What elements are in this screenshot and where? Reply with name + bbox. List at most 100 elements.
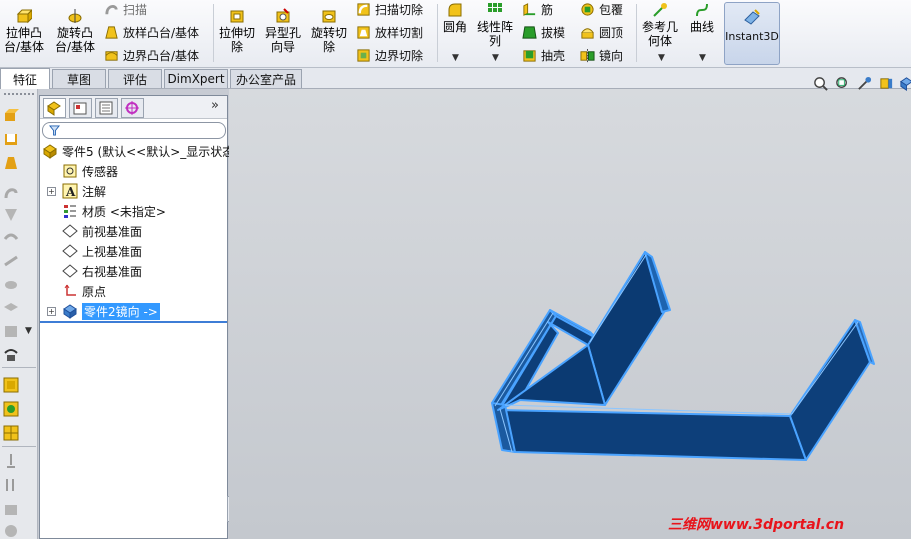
property-manager-icon (73, 102, 87, 115)
revolve-cut-icon (322, 10, 336, 23)
tree-root-part[interactable]: 零件5 (默认<<默认>_显示状态 (42, 142, 234, 160)
move-face-tool-icon[interactable] (3, 477, 19, 493)
fillet-dropdown-icon[interactable]: ▼ (452, 53, 459, 63)
extrude-boss-tool-icon[interactable] (3, 107, 19, 123)
model-3d-part[interactable] (229, 89, 911, 539)
loft-tool-icon[interactable] (3, 155, 19, 171)
rib-icon (523, 2, 536, 16)
toolbar-grip[interactable] (4, 93, 34, 95)
dimxpert-manager-icon (125, 101, 139, 115)
shell-button[interactable]: 抽壳 (522, 46, 565, 64)
lofted-cut-icon (357, 25, 370, 39)
dome-icon (581, 27, 594, 39)
boundary-boss-button[interactable]: 边界凸台/基体 (104, 46, 199, 64)
expand-mirror-feature-icon[interactable]: + (47, 307, 56, 316)
draft-button[interactable]: 拔模 (522, 23, 565, 41)
mirror-button[interactable]: 镜向 (580, 46, 623, 64)
part-icon (43, 144, 57, 159)
sweep-button[interactable]: 扫描 (104, 0, 147, 18)
tree-item-front-plane[interactable]: 前视基准面 (62, 222, 142, 240)
loft-boss-icon (105, 25, 118, 39)
tab-configuration-manager[interactable] (95, 98, 118, 118)
linear-pattern-dropdown-icon[interactable]: ▼ (492, 53, 499, 63)
tree-item-top-plane[interactable]: 上视基准面 (62, 242, 142, 260)
shell-icon (523, 49, 536, 62)
tree-item-origin[interactable]: 原点 (62, 282, 106, 300)
curves-dropdown-icon[interactable]: ▼ (699, 53, 706, 63)
surface-tool-icon[interactable] (3, 299, 19, 315)
extrude-cut-icon (230, 10, 244, 23)
sweep-tool-icon[interactable] (3, 185, 19, 201)
linear-pattern-button[interactable]: 线性阵 列 (477, 2, 513, 48)
reference-plane-tool-icon[interactable] (3, 347, 19, 363)
swept-cut-button[interactable]: 扫描切除 (356, 0, 423, 18)
origin-icon (64, 284, 76, 296)
graphics-area[interactable] (229, 76, 911, 539)
revolve-tool-icon[interactable] (3, 276, 19, 292)
tab-features[interactable]: 特征 (0, 68, 50, 89)
tree-item-sensors[interactable]: 传感器 (62, 162, 118, 180)
loft-boss-button[interactable]: 放样凸台/基体 (104, 23, 199, 41)
rib-button[interactable]: 筋 (522, 0, 553, 18)
ribbon-divider (213, 4, 214, 62)
toolbar-divider (2, 446, 36, 447)
delete-body-tool-icon[interactable] (3, 501, 19, 517)
dome-button[interactable]: 圆顶 (580, 23, 623, 41)
extrude-boss-icon (16, 9, 33, 24)
tab-property-manager[interactable] (69, 98, 92, 118)
reference-geometry-dropdown-icon[interactable]: ▼ (658, 53, 665, 63)
pattern-tool-icon[interactable] (3, 425, 19, 441)
tree-item-annotations[interactable]: A 注解 (62, 182, 106, 200)
feature-manager-tabs: » (40, 96, 227, 119)
tab-evaluate[interactable]: 评估 (108, 69, 162, 88)
boundary-cut-icon (357, 48, 370, 62)
split-tool-icon[interactable] (3, 523, 19, 539)
rib-tool-icon[interactable] (3, 253, 19, 269)
instant3d-icon (744, 9, 760, 25)
instant3d-button[interactable]: Instant3D (724, 2, 780, 65)
hole-wizard-button[interactable]: 异型孔 向导 (265, 8, 301, 54)
extrude-cut-button[interactable]: 拉伸切 除 (219, 8, 255, 54)
revolve-boss-button[interactable]: 旋转凸 台/基体 (55, 8, 95, 54)
fillet-button[interactable]: 圆角 (443, 2, 467, 34)
watermark-text: 三维网www.3dportal.cn (668, 517, 845, 533)
sensor-icon (63, 164, 77, 178)
ribbon-divider (437, 4, 438, 62)
hole-tool-icon[interactable] (3, 377, 19, 393)
revolve-cut-button[interactable]: 旋转切 除 (311, 8, 347, 54)
boundary-boss-icon (105, 50, 118, 61)
move-tool-icon[interactable] (3, 453, 19, 469)
svg-text:A: A (65, 185, 76, 199)
boundary-cut-button[interactable]: 边界切除 (356, 46, 423, 64)
tab-office-products[interactable]: 办公室产品 (230, 69, 302, 88)
command-manager-tabs: 特征 草图 评估 DimXpert 办公室产品 (0, 68, 911, 89)
extrude-boss-button[interactable]: 拉伸凸 台/基体 (4, 8, 44, 54)
tab-sketch[interactable]: 草图 (52, 69, 106, 88)
reference-geometry-button[interactable]: 参考几 何体 (642, 2, 678, 48)
shell-tool-icon[interactable] (3, 131, 19, 147)
collapse-panel-button[interactable]: » (211, 98, 219, 113)
lofted-cut-button[interactable]: 放样切割 (356, 23, 423, 41)
sweep-icon (105, 4, 118, 14)
ribbon-divider (636, 4, 637, 62)
feature-tree-icon (47, 101, 61, 116)
dropdown-arrow-icon[interactable]: ▼ (25, 326, 32, 336)
expand-annotations-icon[interactable]: + (47, 187, 56, 196)
tree-item-material[interactable]: 材质 <未指定> (62, 202, 166, 220)
tree-item-mirror-feature[interactable]: 零件2镜向 -> (62, 302, 160, 320)
curves-button[interactable]: 曲线 (690, 2, 714, 34)
tab-dimxpert[interactable]: DimXpert (164, 69, 228, 88)
dome-tool-icon[interactable] (3, 401, 19, 417)
tree-item-right-plane[interactable]: 右视基准面 (62, 262, 142, 280)
tree-filter-input[interactable] (42, 122, 226, 139)
wrap-button[interactable]: 包覆 (580, 0, 623, 18)
mirror-tool-icon[interactable] (3, 323, 19, 339)
tab-dimxpert-manager[interactable] (121, 98, 144, 118)
toolbar-divider (2, 367, 36, 368)
tab-feature-tree[interactable] (43, 98, 66, 118)
rollback-bar[interactable] (40, 321, 227, 323)
filter-icon (49, 125, 60, 136)
draft-tool-icon[interactable] (3, 207, 19, 223)
wrap-tool-icon[interactable] (3, 231, 19, 247)
configuration-manager-icon (99, 101, 113, 115)
